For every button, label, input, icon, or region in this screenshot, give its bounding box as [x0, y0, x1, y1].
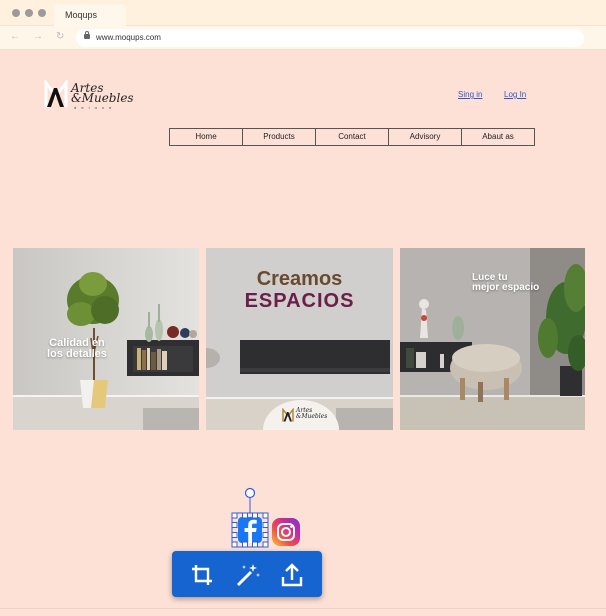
brand-line-2: &Muebles: [71, 91, 134, 105]
url-text: www.moqups.com: [96, 33, 161, 42]
banner-center-title-2: ESPACIOS: [244, 290, 355, 312]
banner-right[interactable]: Luce tu mejor espacio: [400, 248, 585, 430]
crop-icon[interactable]: [184, 561, 220, 589]
reload-icon[interactable]: ↻: [56, 32, 64, 42]
log-in-link[interactable]: Log In: [504, 90, 526, 99]
banner-center-title-1: Creamos: [256, 268, 343, 290]
page-bottom-edge: [0, 608, 606, 616]
nav-home[interactable]: Home: [169, 128, 243, 146]
nav-about-us[interactable]: Abaut as: [461, 128, 535, 146]
nav-advisory[interactable]: Advisory: [388, 128, 462, 146]
back-arrow-icon[interactable]: ←: [10, 32, 20, 42]
logo-mark-icon: [44, 80, 68, 107]
image-toolbar: [172, 551, 322, 597]
address-bar-row: ← → ↻ www.moqups.com: [0, 26, 606, 50]
sign-in-link[interactable]: Sing in: [458, 90, 482, 99]
url-field[interactable]: www.moqups.com: [76, 29, 584, 47]
brand-tagline: d e l u x e: [74, 105, 114, 110]
banner-right-caption: Luce tu mejor espacio: [472, 273, 539, 293]
banner-center-badge: Artes &Muebles: [296, 408, 327, 420]
window-close-dot[interactable]: [12, 9, 20, 17]
browser-tab-title: Moqups: [65, 10, 98, 20]
banner-center-badge-line-2: &Muebles: [296, 413, 328, 420]
browser-tab[interactable]: Moqups: [54, 4, 126, 26]
magic-wand-icon[interactable]: [229, 561, 265, 589]
facebook-selection[interactable]: [231, 486, 269, 550]
window-maximize-dot[interactable]: [38, 9, 46, 17]
main-nav: Home Products Contact Advisory Abaut as: [169, 128, 540, 146]
forward-arrow-icon[interactable]: →: [33, 32, 43, 42]
nav-contact[interactable]: Contact: [315, 128, 389, 146]
window-minimize-dot[interactable]: [25, 9, 33, 17]
browser-title-bar: Moqups: [0, 0, 606, 26]
banner-left-caption: Calidad en los detalles: [47, 338, 107, 360]
share-upload-icon[interactable]: [274, 561, 310, 589]
facebook-icon[interactable]: [232, 513, 268, 547]
banner-left[interactable]: Calidad en los detalles: [13, 248, 199, 430]
banner-center-logo-icon: [282, 408, 294, 422]
banner-center[interactable]: Creamos ESPACIOS Artes &Muebles: [206, 248, 393, 430]
brand-name: Artes &Muebles: [71, 82, 134, 105]
lock-icon: [84, 31, 90, 39]
banner-left-caption-line-2: los detalles: [47, 348, 107, 360]
banner-right-caption-line-2: mejor espacio: [472, 282, 540, 293]
nav-products[interactable]: Products: [242, 128, 316, 146]
instagram-icon[interactable]: [271, 517, 301, 547]
